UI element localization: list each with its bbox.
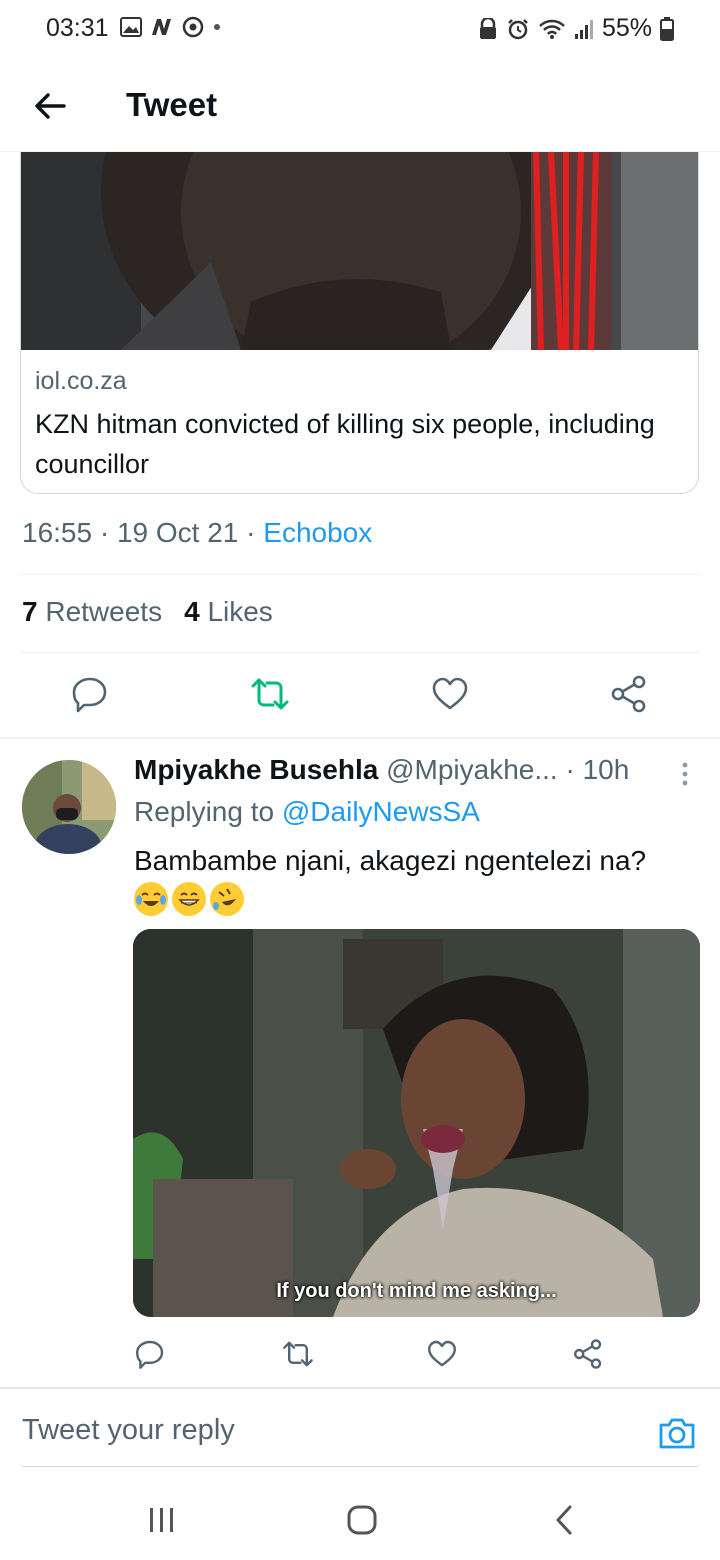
like-icon[interactable] xyxy=(426,1338,458,1370)
composer-separator xyxy=(0,1387,720,1389)
likes-count: 4 xyxy=(184,596,200,627)
reply-icon[interactable] xyxy=(134,1338,166,1370)
tweet-source-link[interactable]: Echobox xyxy=(263,517,372,548)
camera-icon[interactable] xyxy=(657,1413,697,1453)
share-icon[interactable] xyxy=(572,1338,604,1370)
dot-icon xyxy=(214,24,220,30)
chrome-icon xyxy=(182,16,204,38)
status-time: 03:31 xyxy=(46,14,109,42)
avatar[interactable] xyxy=(22,760,116,854)
avatar-photo xyxy=(22,760,116,854)
reply-header: Mpiyakhe Busehla @Mpiyakhe... · 10h xyxy=(134,754,694,786)
system-icons: 55% xyxy=(478,14,674,43)
replying-to: Replying to @DailyNewsSA xyxy=(134,796,480,828)
reply-text: Bambambe njani, akagezi ngentelezi na? xyxy=(134,845,647,876)
recent-apps-icon[interactable] xyxy=(142,1502,182,1538)
replying-label: Replying to xyxy=(134,796,275,827)
tweet-stats: 7 Retweets 4 Likes xyxy=(22,596,273,628)
app-header: Tweet xyxy=(0,60,720,152)
meta-separator: · xyxy=(246,517,256,548)
image-icon xyxy=(120,17,142,37)
grinning-emoji-icon xyxy=(172,882,206,916)
article-image xyxy=(21,152,698,350)
tweet-date: 19 Oct 21 xyxy=(116,517,239,548)
retweets-stat[interactable]: 7 Retweets xyxy=(22,596,162,628)
like-icon[interactable] xyxy=(430,674,470,714)
likes-stat[interactable]: 4 Likes xyxy=(184,596,273,628)
alarm-icon xyxy=(508,18,528,39)
retweet-icon[interactable] xyxy=(282,1338,314,1370)
meta-separator: · xyxy=(99,517,110,548)
retweet-icon[interactable] xyxy=(250,674,290,714)
link-domain: iol.co.za xyxy=(35,367,127,395)
lock-icon xyxy=(479,17,496,39)
reply-icon[interactable] xyxy=(70,674,110,714)
reply-input[interactable]: Tweet your reply xyxy=(22,1414,235,1447)
reply-actions xyxy=(0,1334,720,1374)
system-nav-bar xyxy=(0,1480,720,1560)
replying-handle[interactable]: @DailyNewsSA xyxy=(282,796,480,827)
back-nav-icon[interactable] xyxy=(544,1502,584,1538)
likes-label: Likes xyxy=(207,596,273,627)
media-still xyxy=(133,929,700,1317)
retweets-label: Retweets xyxy=(45,596,163,627)
reply-emojis xyxy=(134,882,244,916)
link-title: KZN hitman convicted of killing six peop… xyxy=(35,409,655,479)
retweets-count: 7 xyxy=(22,596,38,627)
divider xyxy=(20,652,699,653)
n-icon xyxy=(152,19,171,35)
tweet-time: 16:55 xyxy=(22,517,93,548)
home-icon[interactable] xyxy=(342,1502,382,1538)
link-preview-card[interactable]: iol.co.za KZN hitman convicted of killin… xyxy=(20,152,699,494)
tweet-actions xyxy=(0,666,720,724)
status-bar: 03:31 55% xyxy=(0,0,720,60)
composer-underline xyxy=(22,1466,698,1467)
reply-age: · 10h xyxy=(565,754,630,785)
section-separator xyxy=(0,737,720,739)
tears-of-joy-emoji-icon xyxy=(134,882,168,916)
tweet-timestamp: 16:55 · 19 Oct 21 · Echobox xyxy=(22,517,372,549)
reply-media-image[interactable]: If you don't mind me asking... xyxy=(133,929,700,1317)
wifi-icon xyxy=(539,19,565,39)
battery-percent: 55% xyxy=(601,14,652,42)
media-caption: If you don't mind me asking... xyxy=(276,1280,557,1302)
page-title: Tweet xyxy=(126,86,218,123)
battery-icon xyxy=(660,16,674,41)
reply-author-handle[interactable]: @Mpiyakhe... xyxy=(386,754,558,785)
article-photo xyxy=(21,152,698,350)
share-icon[interactable] xyxy=(609,674,649,714)
reply-author-name[interactable]: Mpiyakhe Busehla xyxy=(134,754,378,785)
divider xyxy=(20,574,699,575)
more-options-icon[interactable] xyxy=(680,760,690,788)
rolling-on-floor-laughing-emoji-icon xyxy=(210,882,244,916)
notification-icons xyxy=(120,16,222,38)
back-arrow-icon[interactable] xyxy=(30,86,70,126)
signal-icon xyxy=(574,19,593,39)
